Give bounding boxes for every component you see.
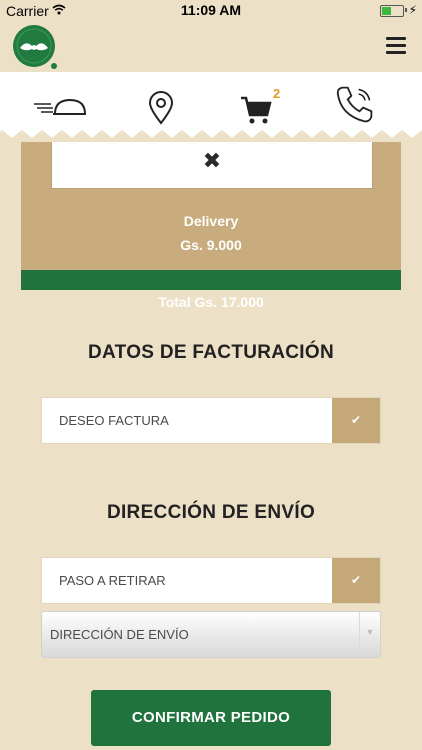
delivery-label: Delivery bbox=[183, 213, 239, 229]
mustache-logo-icon[interactable] bbox=[12, 24, 58, 70]
phone-icon[interactable] bbox=[333, 84, 377, 124]
order-total: Total Gs. 17.000 bbox=[158, 294, 264, 310]
delivery-cloche-icon[interactable] bbox=[33, 86, 87, 126]
shipping-address-select[interactable]: DIRECCIÓN DE ENVÍO ▼ bbox=[41, 611, 381, 658]
billing-section-title: DATOS DE FACTURACIÓN bbox=[88, 342, 334, 363]
app-header bbox=[0, 22, 422, 72]
invoice-toggle[interactable]: DESEO FACTURA ✔ bbox=[41, 397, 381, 444]
clock: 11:09 AM bbox=[180, 2, 242, 18]
cart-count-badge: 2 bbox=[273, 86, 281, 101]
close-icon[interactable]: ✖ bbox=[52, 148, 372, 174]
battery-tip bbox=[405, 8, 407, 12]
cart-icon[interactable] bbox=[240, 90, 272, 130]
battery-fill bbox=[382, 7, 391, 15]
shipping-section-title: DIRECCIÓN DE ENVÍO bbox=[106, 502, 316, 523]
delivery-price: Gs. 9.000 bbox=[180, 237, 242, 253]
hamburger-menu-icon[interactable] bbox=[386, 37, 406, 54]
invoice-toggle-label: DESEO FACTURA bbox=[59, 413, 169, 428]
shipping-address-select-label: DIRECCIÓN DE ENVÍO bbox=[50, 627, 189, 642]
card-close-panel: ✖ bbox=[51, 142, 373, 189]
pickup-toggle[interactable]: PASO A RETIRAR ✔ bbox=[41, 557, 381, 604]
charging-icon: ⚡ bbox=[408, 3, 417, 17]
battery-icon bbox=[380, 5, 404, 17]
pickup-toggle-label: PASO A RETIRAR bbox=[59, 573, 166, 588]
checkmark-icon[interactable]: ✔ bbox=[332, 558, 380, 603]
checkmark-icon[interactable]: ✔ bbox=[332, 398, 380, 443]
chevron-down-icon[interactable]: ▼ bbox=[359, 612, 380, 657]
location-pin-icon[interactable] bbox=[148, 88, 174, 128]
confirm-order-button[interactable]: CONFIRMAR PEDIDO bbox=[91, 690, 331, 746]
status-bar: Carrier 11:09 AM ⚡ bbox=[0, 0, 422, 22]
card-footer-bar bbox=[21, 270, 401, 290]
order-summary-card: ✖ Delivery Gs. 9.000 bbox=[21, 142, 401, 290]
